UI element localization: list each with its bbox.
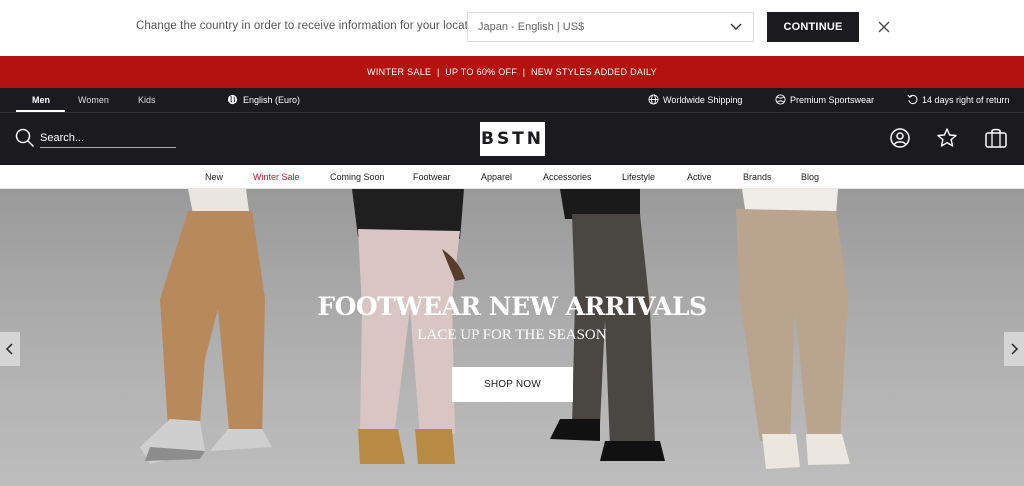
carousel-next-button[interactable]	[1004, 332, 1024, 366]
star-icon[interactable]	[935, 126, 959, 150]
tab-men[interactable]: Men	[32, 95, 50, 105]
usp-returns: 14 days right of return	[907, 94, 1010, 105]
nav-item-footwear[interactable]: Footwear	[413, 172, 451, 182]
country-message: Change the country in order to receive i…	[136, 20, 487, 32]
usp-sportswear-label: Premium Sportswear	[790, 94, 875, 105]
usp-shipping-label: Worldwide Shipping	[663, 94, 743, 105]
tab-women[interactable]: Women	[78, 95, 109, 105]
ball-icon	[775, 94, 786, 105]
usp-sportswear: Premium Sportswear	[775, 94, 874, 105]
search-input[interactable]	[40, 128, 176, 148]
globe-icon	[648, 94, 659, 105]
bag-icon[interactable]	[984, 126, 1008, 150]
brand-logo[interactable]: BSTN	[480, 122, 545, 156]
shop-now-button[interactable]: SHOP NOW	[452, 367, 573, 402]
country-selector-bar: Change the country in order to receive i…	[0, 0, 1024, 56]
utility-bar: Men Women Kids English (Euro) Worldwide …	[0, 88, 1024, 112]
hero-subtitle: LACE UP FOR THE SEASON	[417, 327, 607, 343]
category-nav: New Winter Sale Coming Soon Footwear App…	[0, 165, 1024, 189]
chevron-left-icon	[5, 343, 13, 355]
nav-item-lifestyle[interactable]: Lifestyle	[622, 172, 655, 182]
site-header: BSTN	[0, 112, 1024, 165]
usp-shipping: Worldwide Shipping	[648, 94, 742, 105]
search-icon[interactable]	[15, 128, 35, 148]
nav-item-brands[interactable]: Brands	[743, 172, 772, 182]
nav-item-apparel[interactable]: Apparel	[481, 172, 512, 182]
hero-banner: FOOTWEAR NEW ARRIVALS LACE UP FOR THE SE…	[0, 189, 1024, 486]
selected-country: Japan - English | US$	[478, 21, 585, 33]
carousel-prev-button[interactable]	[0, 332, 20, 366]
continue-button[interactable]: CONTINUE	[767, 12, 859, 42]
usp-returns-label: 14 days right of return	[922, 94, 1010, 105]
nav-item-coming-soon[interactable]: Coming Soon	[330, 172, 385, 182]
promo-banner[interactable]: WINTER SALE | UP TO 60% OFF | NEW STYLES…	[0, 56, 1024, 88]
chevron-right-icon	[1011, 343, 1019, 355]
chevron-down-icon	[730, 23, 742, 30]
country-select[interactable]: Japan - English | US$	[467, 12, 754, 42]
nav-item-accessories[interactable]: Accessories	[543, 172, 592, 182]
globe-icon	[227, 94, 238, 105]
close-icon[interactable]	[877, 20, 891, 34]
nav-item-winter-sale[interactable]: Winter Sale	[253, 172, 300, 182]
account-icon[interactable]	[888, 126, 912, 150]
nav-item-active[interactable]: Active	[687, 172, 712, 182]
language-label: English (Euro)	[243, 94, 301, 105]
nav-item-new[interactable]: New	[205, 172, 223, 182]
language-selector[interactable]: English (Euro)	[227, 94, 300, 105]
promo-text: WINTER SALE | UP TO 60% OFF | NEW STYLES…	[367, 67, 657, 77]
return-icon	[907, 94, 918, 105]
tab-kids[interactable]: Kids	[138, 95, 156, 105]
hero-title: FOOTWEAR NEW ARRIVALS	[317, 292, 707, 321]
nav-item-blog[interactable]: Blog	[801, 172, 819, 182]
